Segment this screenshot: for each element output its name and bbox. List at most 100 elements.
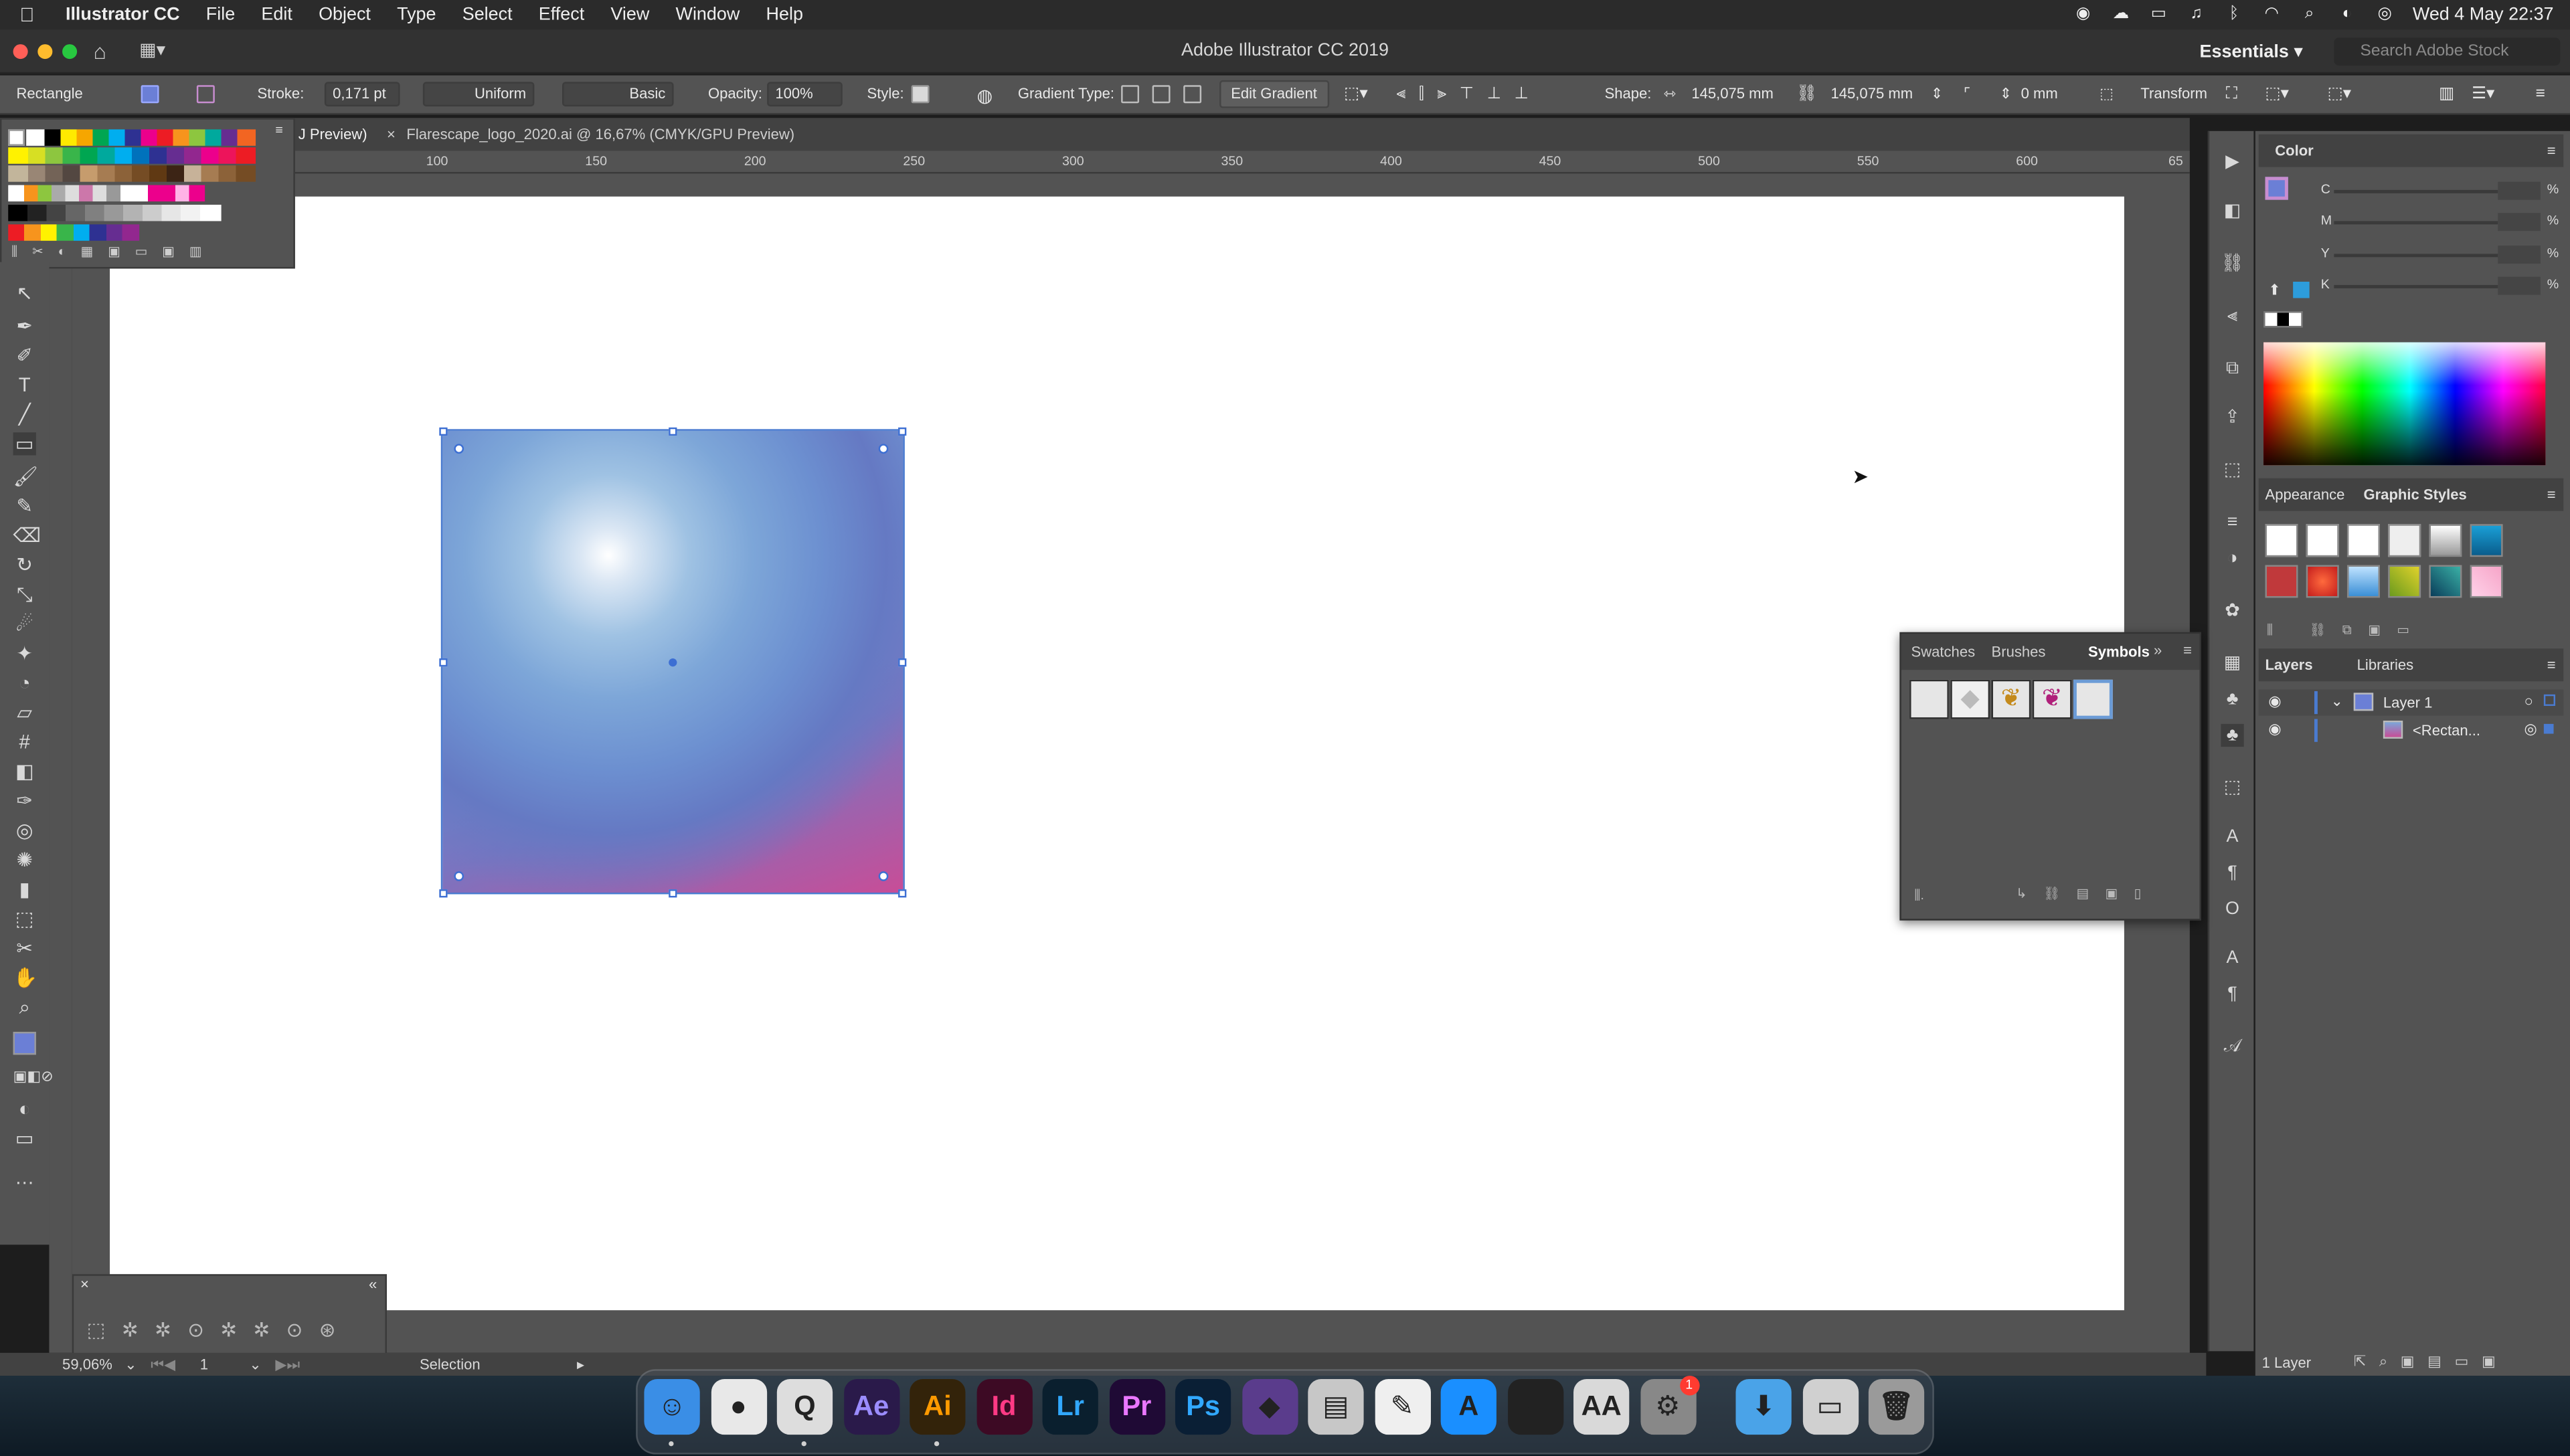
menu-window[interactable]: Window (663, 5, 753, 24)
type-tool-icon[interactable]: T (13, 373, 36, 396)
cmyk-row-c[interactable]: C % (2321, 181, 2561, 201)
blend-tool-icon[interactable]: ◎ (13, 819, 36, 842)
menu-select[interactable]: Select (449, 5, 525, 24)
layer-row[interactable]: ◉ <Rectan... ◎ (2259, 717, 2564, 743)
cmyk-slider[interactable] (2334, 221, 2498, 225)
cmyk-row-y[interactable]: Y % (2321, 246, 2561, 265)
color-panel-menu-icon[interactable]: ≡ (2547, 143, 2556, 159)
width-field[interactable]: 145,075 mm (1691, 85, 1774, 101)
resize-handle-ne[interactable] (898, 427, 907, 436)
scale-tool-icon[interactable]: ⤡ (13, 583, 36, 606)
transparency-icon[interactable]: ◑ (2221, 547, 2243, 570)
graphic-style-swatch[interactable] (2470, 565, 2503, 598)
butterfly-symbol-icon[interactable]: ❦ (1991, 679, 2031, 719)
arrow-symbol-icon[interactable]: ◀ (2073, 679, 2113, 719)
dock-motion-icon[interactable]: ◆ (1241, 1378, 1298, 1435)
edit-gradient-button[interactable]: Edit Gradient (1219, 80, 1329, 108)
paintbrush-tool-icon[interactable]: 🖌 (13, 465, 38, 488)
corner-radius-field[interactable]: 0 mm (2021, 85, 2058, 101)
status-menu-icon[interactable]: ▸ (577, 1356, 584, 1374)
cmyk-row-k[interactable]: K % (2321, 276, 2561, 296)
siri-icon[interactable]: ◎ (2375, 5, 2395, 24)
swatch-row[interactable] (8, 204, 222, 221)
hand-tool-icon[interactable]: ✋ (13, 966, 38, 989)
paragraph-icon[interactable]: ¶ (2221, 861, 2243, 884)
warp-tool-icon[interactable]: ☄ (13, 612, 36, 635)
tab-graphic-styles[interactable]: Graphic Styles (2363, 486, 2466, 503)
dock-premiere-pro-icon[interactable]: Pr (1108, 1378, 1165, 1435)
out-of-gamut-icon[interactable]: ⬆ (2268, 282, 2280, 300)
graphic-style-swatch[interactable] (2346, 565, 2380, 598)
clock[interactable]: Wed 4 May 22:37 (2413, 5, 2554, 24)
corner-widget[interactable] (454, 444, 464, 454)
linear-gradient-icon[interactable] (1121, 85, 1140, 104)
edit-toolbar-icon[interactable]: … (13, 1166, 36, 1189)
symbol-swatch[interactable]: ◆ (1950, 679, 1990, 719)
layer-row[interactable]: ◉ ⌄ Layer 1 ○ (2258, 689, 2564, 716)
slice-tool-icon[interactable]: ✂ (13, 937, 36, 960)
links-icon[interactable]: ⛓ (2221, 252, 2243, 275)
graphic-style-swatch[interactable] (2265, 565, 2298, 598)
recolor-artwork-icon[interactable]: ◍ (977, 85, 993, 106)
direct-selection-tool-icon[interactable]: ↖ (13, 282, 36, 304)
line-tool-icon[interactable]: ╱ (13, 403, 36, 426)
target-icon[interactable]: ◎ (2524, 721, 2537, 739)
character-icon[interactable]: A (2221, 826, 2243, 848)
dock-after-effects-icon[interactable]: Ae (843, 1378, 900, 1435)
none-swatch-icon[interactable] (8, 129, 25, 146)
corner-widget[interactable] (878, 444, 889, 454)
tab-brushes[interactable]: Brushes (1992, 644, 2046, 660)
selection-indicator[interactable] (2543, 723, 2554, 734)
graphic-style-swatch[interactable] (2265, 524, 2298, 557)
dock-indesign-icon[interactable]: Id (976, 1378, 1032, 1435)
wifi-icon[interactable]: ◠ (2262, 5, 2282, 24)
resize-handle-s[interactable] (669, 889, 677, 898)
menu-edit[interactable]: Edit (248, 5, 306, 24)
symbolism-tool-icons[interactable]: ⬚✲✲⊙✲✲⊙⊛ (87, 1318, 352, 1341)
dock-finder-icon[interactable]: ☺ (644, 1378, 700, 1435)
fill-color-icon[interactable] (13, 1032, 36, 1055)
paragraph-styles-icon[interactable]: ¶ (2221, 983, 2243, 1006)
tab-appearance[interactable]: Appearance (2265, 486, 2345, 503)
fill-stroke-color-icon[interactable] (2265, 177, 2288, 200)
cmyk-value-field[interactable] (2498, 213, 2541, 232)
close-panel-icon[interactable]: × (80, 1276, 89, 1292)
graphic-style-swatch[interactable] (2388, 524, 2421, 557)
menu-type[interactable]: Type (384, 5, 450, 24)
align-panel-icon[interactable]: ⫷ (2221, 304, 2243, 327)
fill-swatch-icon[interactable] (141, 85, 159, 104)
color-spectrum[interactable] (2263, 342, 2546, 466)
stroke-weight-field[interactable]: 0,171 pt (324, 82, 400, 107)
freeform-gradient-icon[interactable] (1183, 85, 1202, 104)
control-center-icon[interactable]: ◐ (2337, 5, 2357, 24)
shape-builder-tool-icon[interactable]: ◔ (13, 672, 36, 695)
artboard-dropdown-icon[interactable]: ⌄ (249, 1356, 261, 1374)
gradient-panel-icon[interactable]: ◧ (2221, 200, 2243, 223)
layers-panel-menu-icon[interactable]: ≡ (2547, 657, 2556, 673)
swatch-row[interactable] (8, 185, 205, 202)
workspace-switcher[interactable]: Essentials ▾ (2200, 41, 2303, 62)
close-tab-icon[interactable]: × (387, 126, 396, 142)
constrain-link-icon[interactable]: ⛓ (1796, 85, 1817, 103)
eyedropper-tool-icon[interactable]: ✑ (13, 790, 36, 812)
cmyk-row-m[interactable]: M % (2321, 213, 2561, 232)
align-to-icon[interactable]: ⬚▾ (1344, 85, 1367, 103)
butterfly-symbol-icon[interactable]: ❦ (2032, 679, 2072, 719)
layers-actions[interactable]: ⇱⌕▣▤▭▣ (2354, 1353, 2509, 1371)
rectangle-tool-icon[interactable]: ▭ (13, 432, 36, 456)
dock-chrome-icon[interactable]: ● (710, 1378, 766, 1435)
graphic-styles-actions[interactable]: ⫼ ⛓⧉▣▭ (2267, 622, 2425, 638)
resize-handle-nw[interactable] (439, 427, 448, 436)
layer-name[interactable]: Layer 1 (2383, 695, 2433, 711)
record-icon[interactable]: ◉ (2073, 5, 2093, 24)
visibility-eye-icon[interactable]: ◉ (2268, 721, 2281, 739)
apple-icon[interactable]:  (19, 3, 49, 26)
draw-mode-icon[interactable]: ◐ (13, 1097, 36, 1120)
warp-icon[interactable]: ⬚▾ (2328, 85, 2351, 103)
swatches-panel-icon[interactable]: ▦ (2221, 652, 2243, 674)
stroke-panel-icon[interactable]: ≡ (2221, 511, 2243, 534)
collapse-panel-icon[interactable]: « (369, 1276, 377, 1292)
color-panel-title[interactable]: Color (2275, 143, 2314, 159)
resize-handle-sw[interactable] (439, 889, 448, 898)
object-name[interactable]: <Rectan... (2413, 722, 2480, 738)
